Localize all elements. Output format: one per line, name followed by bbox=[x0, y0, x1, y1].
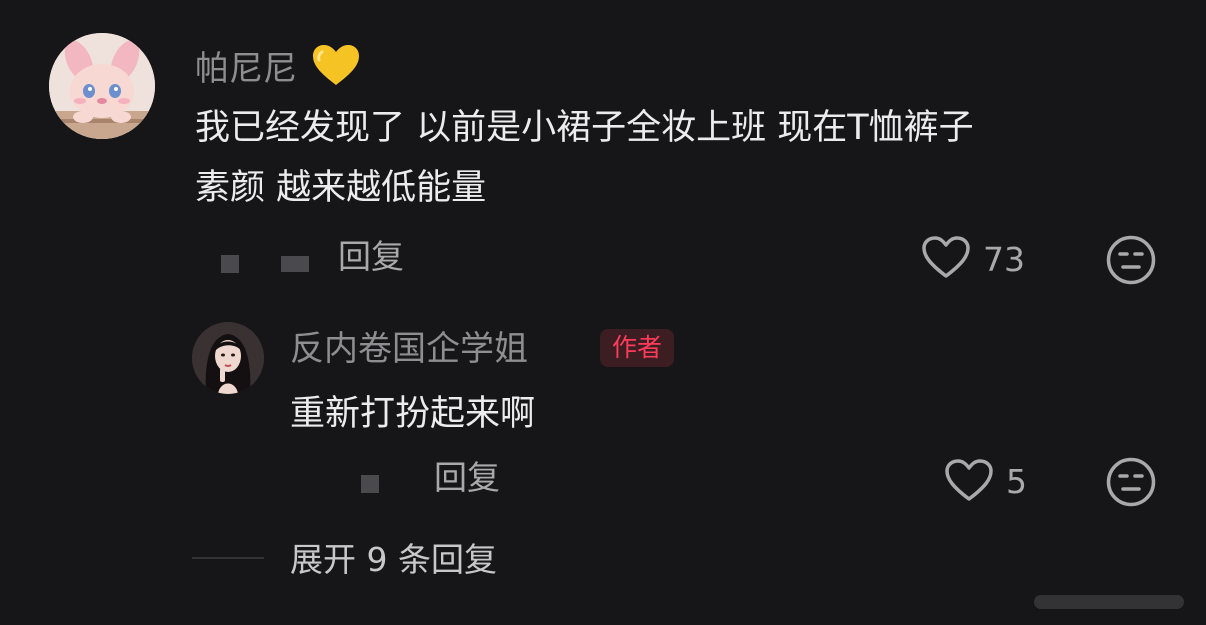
reply-avatar[interactable] bbox=[192, 322, 264, 394]
plush-bunny-avatar-image bbox=[49, 33, 155, 139]
yellow-heart-icon bbox=[312, 45, 359, 85]
reply-reply-button[interactable]: 回复 bbox=[434, 461, 500, 494]
expand-divider bbox=[192, 557, 264, 559]
comment-item: 帕尼尼 我已经发现了 以前是小裙子全妆上班 现在T恤裤子 素颜 越来越低能量 回… bbox=[0, 0, 1206, 300]
reply-button[interactable]: 回复 bbox=[338, 240, 404, 273]
comment-author-row[interactable]: 帕尼尼 bbox=[195, 42, 362, 88]
heart-like-icon[interactable] bbox=[943, 457, 995, 503]
author-badge: 作者 bbox=[600, 329, 675, 367]
comment-text-line2: 素颜 越来越低能量 bbox=[195, 168, 487, 208]
avatar[interactable] bbox=[49, 33, 155, 139]
comment-author-name[interactable]: 帕尼尼 bbox=[195, 49, 297, 89]
unamused-face-icon[interactable] bbox=[1105, 456, 1157, 508]
like-count: 73 bbox=[983, 240, 1025, 279]
masked-timestamp bbox=[221, 255, 239, 273]
unamused-face-icon[interactable] bbox=[1105, 234, 1157, 286]
comment-text: 我已经发现了 以前是小裙子全妆上班 现在T恤裤子 素颜 越来越低能量 bbox=[195, 98, 1175, 218]
reply-item: 反内卷国企学姐 作者 重新打扮起来啊 回复 5 bbox=[0, 300, 1206, 520]
reply-text: 重新打扮起来啊 bbox=[290, 394, 536, 434]
woman-portrait-avatar-image bbox=[192, 322, 264, 394]
watermark-logo bbox=[1034, 595, 1184, 609]
masked-reply-timestamp bbox=[361, 475, 379, 493]
reply-like-count: 5 bbox=[1006, 462, 1027, 501]
masked-location bbox=[281, 256, 309, 272]
comment-text-line1: 我已经发现了 以前是小裙子全妆上班 现在T恤裤子 bbox=[195, 108, 974, 148]
reply-author-name[interactable]: 反内卷国企学姐 bbox=[290, 332, 528, 366]
heart-like-icon[interactable] bbox=[920, 234, 972, 280]
expand-replies-button[interactable]: 展开 9 条回复 bbox=[290, 543, 497, 576]
